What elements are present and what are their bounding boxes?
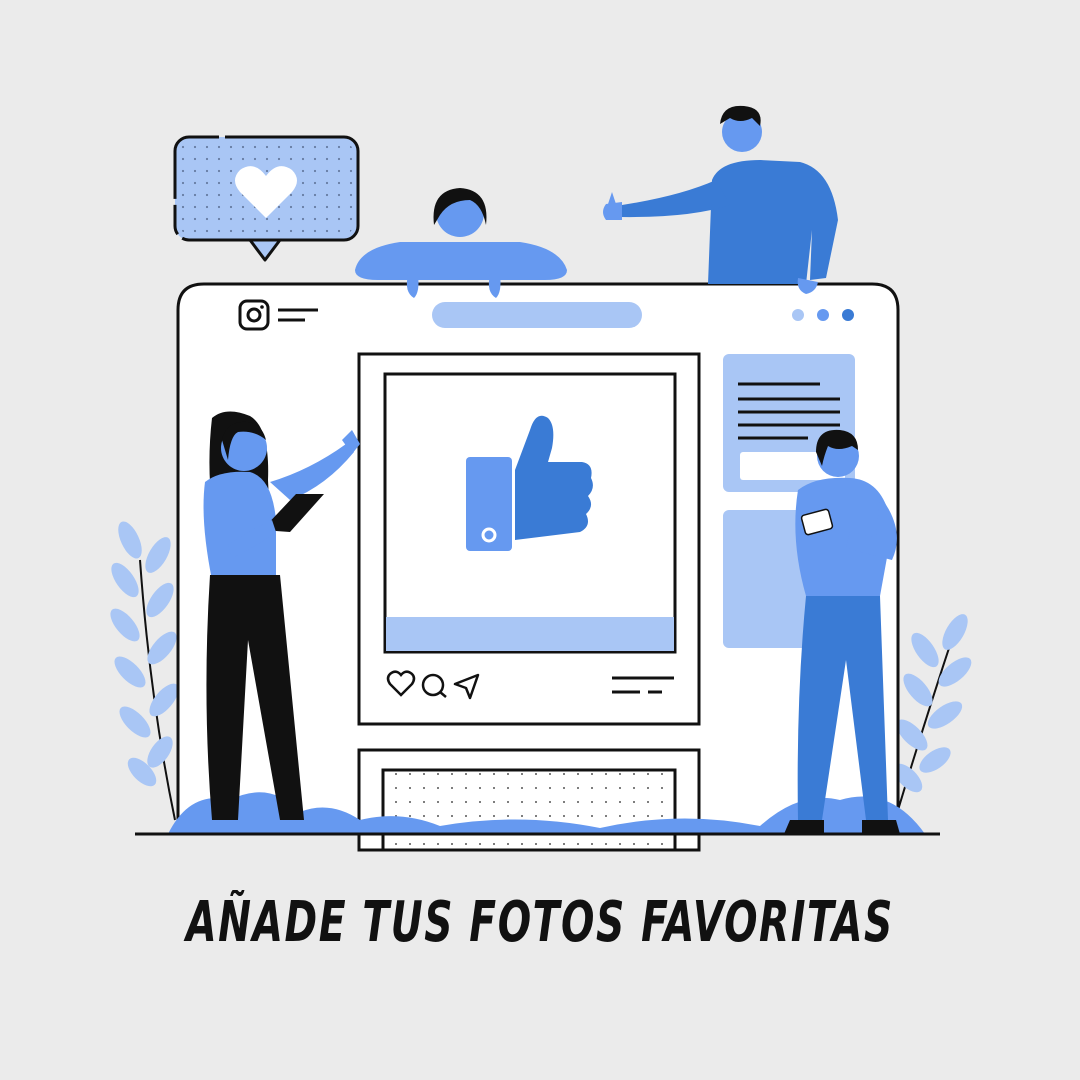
right-plant (893, 614, 972, 821)
address-bar (432, 302, 642, 328)
like-bubble-icon (173, 135, 360, 262)
woman-peeking (355, 188, 567, 298)
window-dots-icon (792, 309, 854, 321)
left-plant (110, 521, 179, 821)
man-pointing (603, 105, 838, 294)
post-card (357, 352, 701, 726)
illustration-stage: AÑADE TUS FOTOS FAVORITAS (0, 0, 1080, 1080)
caption-title: AÑADE TUS FOTOS FAVORITAS (186, 890, 894, 955)
